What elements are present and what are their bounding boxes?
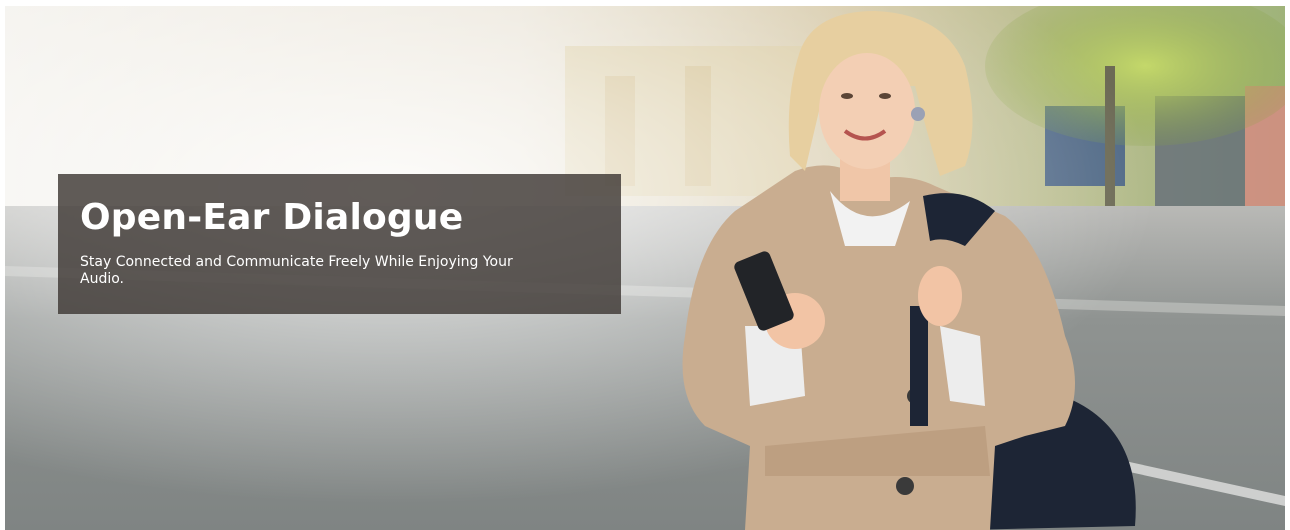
promo-card: Open-Ear Dialogue Stay Connected and Com… [58,174,621,314]
banner-subtitle: Stay Connected and Communicate Freely Wh… [80,254,513,287]
banner-title: Open-Ear Dialogue [80,197,464,238]
hero-banner: Open-Ear Dialogue Stay Connected and Com… [5,6,1285,530]
